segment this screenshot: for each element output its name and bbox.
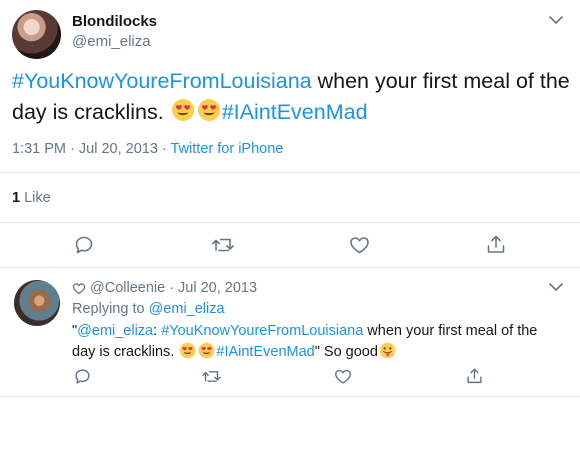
tweet-source-link[interactable]: Twitter for iPhone <box>171 141 284 157</box>
like-heart-icon[interactable] <box>334 368 352 385</box>
hashtag-link[interactable]: #YouKnowYoureFromLouisiana <box>161 323 363 339</box>
hashtag-link[interactable]: #IAintEvenMad <box>216 344 314 360</box>
like-count-link[interactable]: 1 Like <box>12 190 51 206</box>
author-handle[interactable]: @emi_eliza <box>72 33 151 50</box>
tongue-emoji-icon <box>379 342 396 359</box>
author-avatar[interactable] <box>12 10 61 59</box>
chevron-down-icon[interactable] <box>549 282 563 292</box>
divider <box>0 396 580 397</box>
hashtag-link[interactable]: #IAintEvenMad <box>222 100 368 124</box>
divider <box>0 267 580 268</box>
heart-eyes-emoji-icon <box>197 98 221 122</box>
reply-icon[interactable] <box>74 235 94 255</box>
mention-link[interactable]: @emi_eliza <box>77 323 153 339</box>
reply-header: @Colleenie · Jul 20, 2013 <box>72 280 257 296</box>
tweet-text: #YouKnowYoureFromLouisiana when your fir… <box>12 66 570 128</box>
divider <box>0 222 580 223</box>
heart-outline-icon <box>72 282 86 295</box>
reply-author-handle[interactable]: @Colleenie <box>90 280 165 296</box>
reply-date[interactable]: · Jul 20, 2013 <box>169 280 257 296</box>
retweet-icon[interactable] <box>202 368 221 385</box>
heart-eyes-emoji-icon <box>179 342 196 359</box>
retweet-icon[interactable] <box>212 235 234 255</box>
chevron-down-icon[interactable] <box>549 15 563 25</box>
replying-to: Replying to @emi_eliza <box>72 301 225 317</box>
author-display-name[interactable]: Blondilocks <box>72 13 157 30</box>
tweet-meta: 1:31 PM · Jul 20, 2013 · Twitter for iPh… <box>12 141 283 157</box>
colon: : <box>153 323 162 339</box>
heart-eyes-emoji-icon <box>198 342 215 359</box>
quote-close: " So good <box>314 344 378 360</box>
hashtag-link[interactable]: #YouKnowYoureFromLouisiana <box>12 69 312 93</box>
reply-icon[interactable] <box>74 368 91 385</box>
like-count: 1 <box>12 190 21 206</box>
like-heart-icon[interactable] <box>349 235 370 255</box>
divider <box>0 172 580 173</box>
share-icon[interactable] <box>486 234 506 255</box>
meta-separator: · <box>157 141 171 157</box>
heart-eyes-emoji-icon <box>171 98 195 122</box>
share-icon[interactable] <box>466 367 483 385</box>
replying-to-handle[interactable]: @emi_eliza <box>149 301 225 317</box>
like-label: Like <box>20 190 51 206</box>
reply-text: "@emi_eliza: #YouKnowYoureFromLouisiana … <box>72 321 562 363</box>
replying-to-label: Replying to <box>72 301 149 317</box>
reply-author-avatar[interactable] <box>14 280 60 326</box>
tweet-timestamp[interactable]: 1:31 PM · Jul 20, 2013 <box>12 141 158 157</box>
